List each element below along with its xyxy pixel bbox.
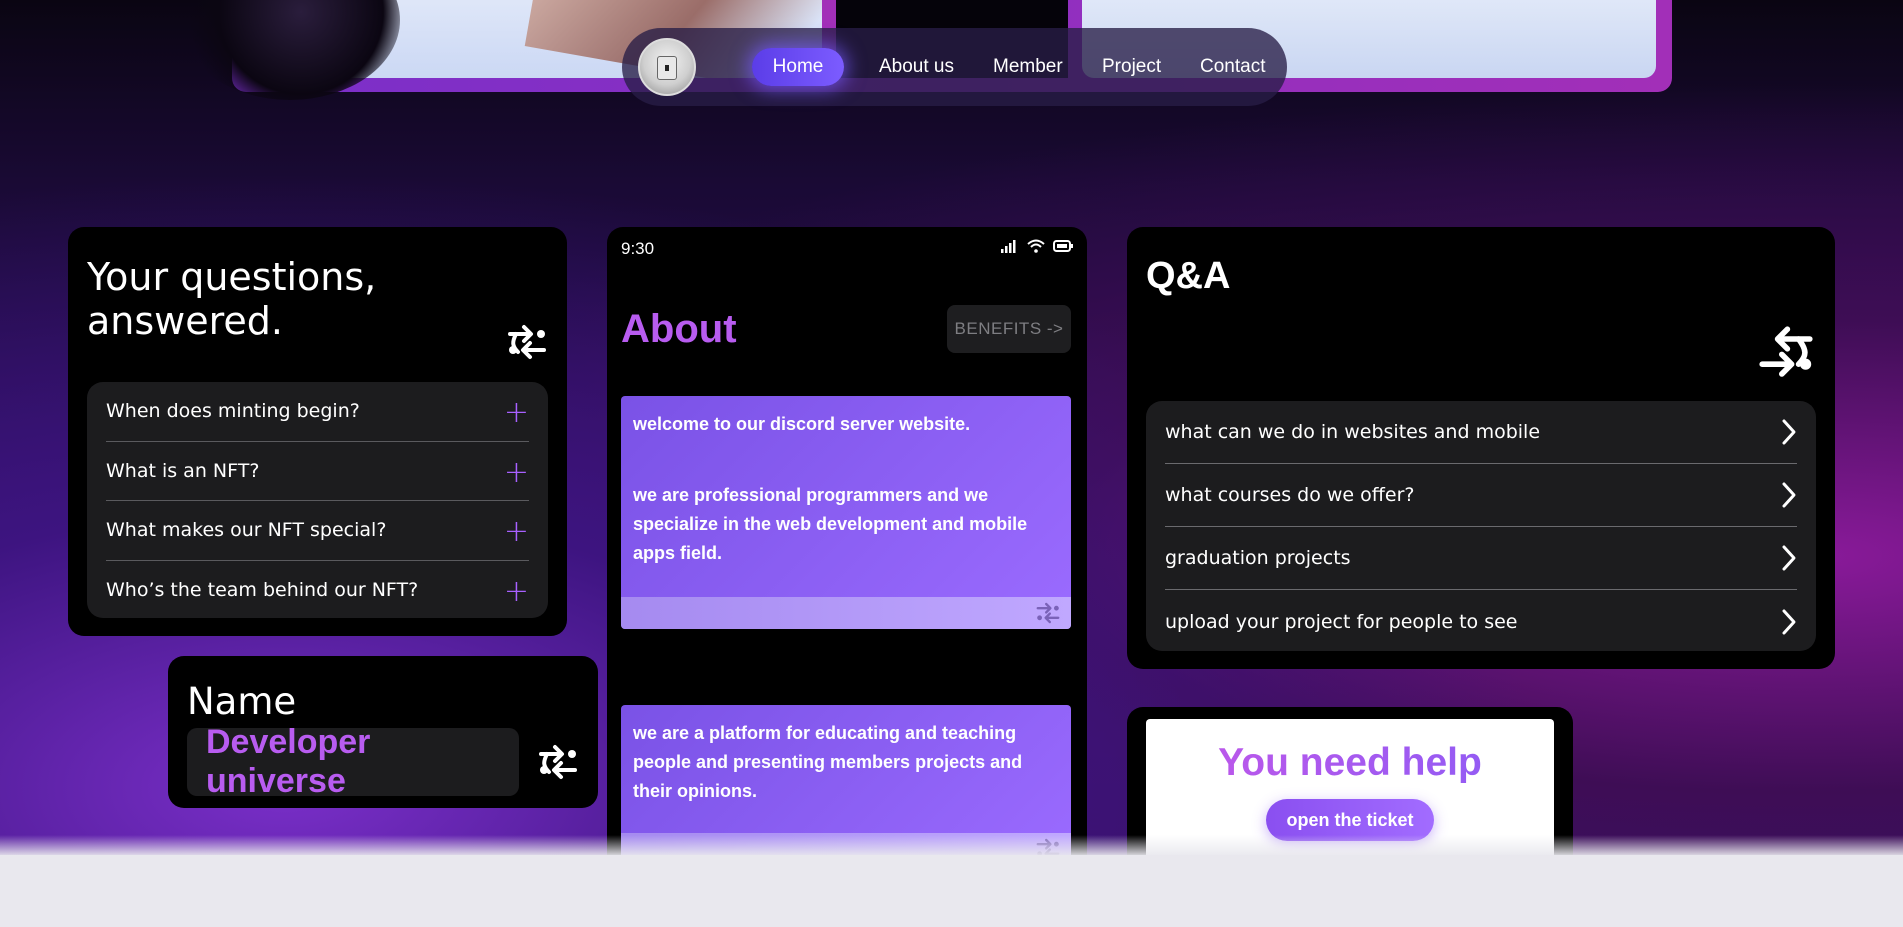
qa-item-label: what courses do we offer? <box>1165 484 1415 506</box>
nav-item-contact[interactable]: Contact <box>1200 48 1265 86</box>
qa-item[interactable]: upload your project for people to see <box>1165 590 1797 653</box>
swap-arrows-icon[interactable] <box>1035 601 1061 629</box>
swap-arrows-icon[interactable] <box>506 322 548 367</box>
name-value: Developer universe <box>187 723 519 800</box>
faq-question: When does minting begin? <box>106 400 360 423</box>
qa-item-label: graduation projects <box>1165 547 1351 569</box>
signal-icon <box>1001 240 1016 253</box>
top-nav: Home About us Member Project Contact <box>622 28 1287 106</box>
qa-title: Q&A <box>1146 255 1231 297</box>
wifi-icon <box>1027 239 1045 253</box>
faq-list: When does minting begin? + What is an NF… <box>87 382 548 618</box>
nav-item-member[interactable]: Member <box>993 48 1063 86</box>
about-text: we are a platform for educating and teac… <box>633 723 1023 801</box>
battery-icon <box>1053 240 1073 252</box>
qa-item[interactable]: what can we do in websites and mobile <box>1165 401 1797 464</box>
plus-icon[interactable]: + <box>504 577 529 607</box>
benefits-button[interactable]: BENEFITS -> <box>947 305 1071 353</box>
bottom-bar <box>0 855 1903 927</box>
help-title: You need help <box>1146 741 1554 785</box>
faq-question: What is an NFT? <box>106 459 260 482</box>
nav-item-project[interactable]: Project <box>1102 48 1161 86</box>
plus-icon[interactable]: + <box>504 457 529 488</box>
about-text: we are professional programmers and we s… <box>633 485 1028 563</box>
qa-item-label: upload your project for people to see <box>1165 610 1518 633</box>
plus-icon[interactable]: + <box>504 398 529 428</box>
qa-item[interactable]: what courses do we offer? <box>1165 464 1797 527</box>
qa-card: Q&A what can we do in websites and mobil… <box>1127 227 1835 669</box>
qa-item[interactable]: graduation projects <box>1165 527 1797 590</box>
about-phone-card: 9:30 About BENEFITS -> welcome to our di… <box>607 227 1087 867</box>
chevron-right-icon[interactable] <box>1781 544 1797 572</box>
swap-arrows-icon[interactable] <box>537 742 579 787</box>
status-time: 9:30 <box>621 239 655 258</box>
qa-list: what can we do in websites and mobile wh… <box>1146 401 1816 651</box>
swap-arrows-icon[interactable] <box>1756 325 1816 386</box>
faq-item[interactable]: What is an NFT? + <box>106 442 529 501</box>
faq-item[interactable]: What makes our NFT special? + <box>106 501 529 561</box>
faq-question: What makes our NFT special? <box>106 519 387 542</box>
faq-card: Your questions, answered. When does mint… <box>68 227 567 636</box>
chevron-right-icon[interactable] <box>1781 481 1797 509</box>
faq-title: Your questions, answered. <box>87 255 377 343</box>
nav-item-home[interactable]: Home <box>752 48 844 86</box>
name-card: Name Developer universe <box>168 656 598 808</box>
nav-item-about[interactable]: About us <box>879 48 954 86</box>
chevron-right-icon[interactable] <box>1781 418 1797 446</box>
faq-item[interactable]: When does minting begin? + <box>106 382 529 442</box>
faq-question: Who’s the team behind our NFT? <box>106 579 419 602</box>
qa-item-label: what can we do in websites and mobile <box>1165 421 1541 443</box>
faq-item[interactable]: Who’s the team behind our NFT? + <box>106 561 529 621</box>
status-icons <box>1001 239 1073 253</box>
plus-icon[interactable]: + <box>504 517 529 547</box>
chevron-right-icon[interactable] <box>1781 608 1797 636</box>
bottom-fade <box>0 835 1903 857</box>
about-text: welcome to our discord server website. <box>633 414 971 434</box>
about-panel: welcome to our discord server website. w… <box>621 396 1071 629</box>
name-label: Name <box>187 680 297 723</box>
about-title: About <box>621 307 737 351</box>
panel-footer <box>621 597 1071 629</box>
avatar[interactable] <box>638 38 696 96</box>
